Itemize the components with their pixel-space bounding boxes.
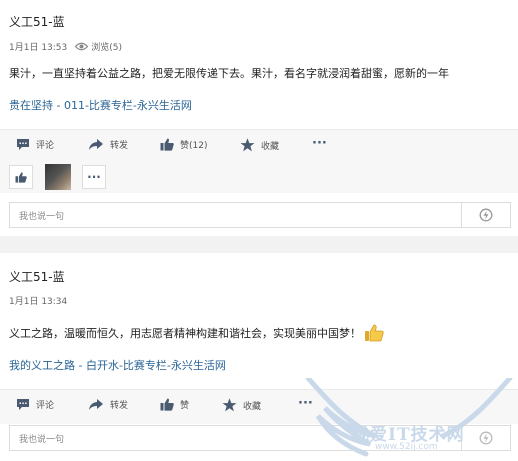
share-label: 转发 — [110, 401, 129, 411]
liker-thumb-button[interactable] — [9, 165, 33, 189]
share-button[interactable]: 转发 — [88, 398, 128, 411]
post-author[interactable]: 义工51-蓝 — [9, 13, 65, 30]
comment-placeholder: 我也说一句 — [19, 435, 65, 445]
send-button[interactable] — [461, 426, 510, 450]
thumbs-up-icon — [160, 398, 174, 411]
post-meta: 1月1日 13:53 浏览(5) — [9, 40, 122, 53]
post-date: 1月1日 13:53 — [9, 43, 68, 53]
share-label: 转发 — [110, 141, 129, 151]
favorite-label: 收藏 — [243, 401, 262, 412]
post-content: 果汁，一直坚持着公益之路，把爱无限传递下去。果汁，看名字就浸润着甜蜜，愿新的一年 — [9, 67, 449, 80]
comment-icon — [17, 139, 29, 150]
like-label: 赞(12) — [180, 141, 208, 151]
more-button[interactable]: ··· — [298, 396, 313, 411]
post-link[interactable]: 我的义工之路 - 白开水-比赛专栏-永兴生活网 — [9, 357, 226, 373]
like-label: 赞 — [180, 401, 190, 411]
thumbs-up-icon — [15, 171, 27, 183]
watermark-url: www.52ij.com — [375, 442, 438, 452]
post-link[interactable]: 贵在坚持 - 011-比赛专栏-永兴生活网 — [9, 97, 192, 113]
send-icon — [479, 208, 493, 222]
share-button[interactable]: 转发 — [88, 138, 128, 151]
comment-icon — [17, 399, 29, 410]
comment-box[interactable]: 我也说一句 — [9, 202, 511, 228]
post-action-bar: 评论 转发 赞 收藏 ··· — [0, 389, 518, 424]
star-icon — [240, 138, 255, 152]
favorite-button[interactable]: 收藏 — [240, 138, 279, 152]
more-button[interactable]: ··· — [312, 136, 327, 151]
favorite-button[interactable]: 收藏 — [222, 398, 261, 412]
comment-label: 评论 — [36, 401, 55, 411]
share-icon — [89, 399, 103, 410]
share-icon — [89, 139, 103, 150]
comment-placeholder: 我也说一句 — [19, 212, 65, 222]
comment-button[interactable]: 评论 — [16, 398, 54, 411]
post-content-wrap: 义工之路，温暖而恒久，用志愿者精神构建和谐社会，实现美丽中国梦！ — [9, 324, 384, 342]
like-button[interactable]: 赞(12) — [160, 138, 207, 151]
post-views: 浏览(5) — [91, 43, 122, 53]
comment-label: 评论 — [36, 141, 55, 151]
thumbs-up-emoji-icon — [365, 324, 384, 342]
favorite-label: 收藏 — [261, 141, 280, 152]
post-date: 1月1日 13:34 — [9, 297, 68, 307]
post-action-bar: 评论 转发 赞(12) 收藏 ··· — [0, 129, 518, 164]
star-icon — [222, 398, 237, 412]
liker-avatar[interactable] — [45, 164, 71, 190]
likers-row: ··· — [0, 163, 518, 193]
post-meta: 1月1日 13:34 — [9, 294, 67, 307]
send-button[interactable] — [461, 203, 510, 227]
post-content: 义工之路，温暖而恒久，用志愿者精神构建和谐社会，实现美丽中国梦！ — [9, 327, 361, 340]
feed-post: 义工51-蓝 1月1日 13:53 浏览(5) 果汁，一直坚持着公益之路，把爱无… — [0, 0, 518, 236]
like-button[interactable]: 赞 — [160, 398, 189, 411]
thumbs-up-icon — [160, 138, 174, 151]
comment-button[interactable]: 评论 — [16, 138, 54, 151]
post-author[interactable]: 义工51-蓝 — [9, 268, 65, 285]
eye-icon — [75, 42, 89, 51]
send-icon — [479, 431, 493, 445]
likers-more-button[interactable]: ··· — [82, 165, 106, 189]
